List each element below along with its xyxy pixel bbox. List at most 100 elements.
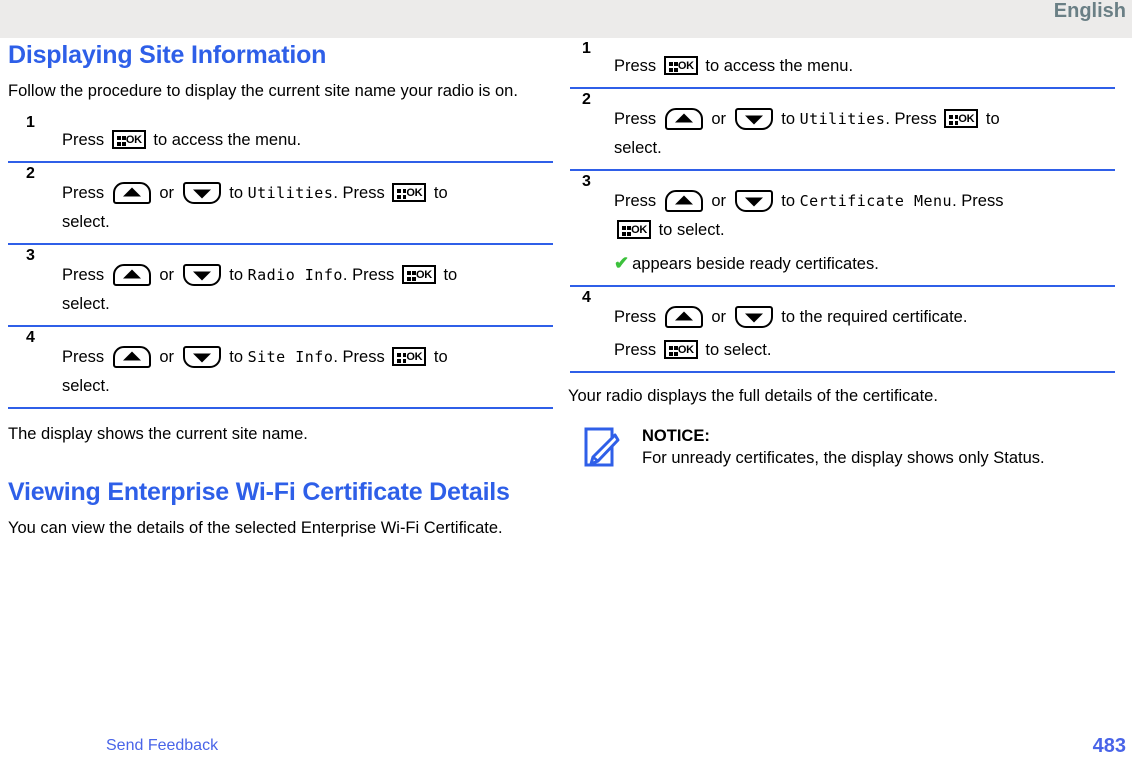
step-line: Press or to Site Info. Press OK to — [62, 345, 553, 370]
step-press-again-label: . Press — [952, 192, 1004, 210]
step-sub-trailing-label: to select. — [705, 341, 772, 359]
ok-key-icon: OK — [617, 220, 651, 239]
step-text: Press or to Utilities. Press OK to selec… — [614, 93, 1115, 161]
step-number: 3 — [26, 247, 35, 264]
step-press-label: Press — [614, 308, 657, 326]
ok-key-icon: OK — [663, 56, 698, 75]
step-line: Press or to Utilities. Press OK to — [614, 107, 1115, 132]
down-arrow-key-icon — [734, 306, 773, 328]
step-text: Press or to the required certificate. Pr… — [614, 291, 1115, 363]
intro-paragraph-left: Follow the procedure to display the curr… — [8, 82, 518, 100]
step-subline: select. — [62, 295, 110, 313]
down-arrow-key-icon — [734, 190, 773, 212]
step-trailing-label: to — [443, 266, 458, 284]
step-to-label: to — [781, 192, 795, 210]
step-press-label: Press — [614, 57, 657, 75]
page-header-band: English — [0, 0, 1132, 38]
menu-item-name: Certificate Menu — [799, 192, 953, 210]
step-press-label: Press — [62, 184, 105, 202]
step-number: 2 — [26, 165, 35, 182]
step-line: Press or to the required certificate. — [614, 305, 1115, 330]
step-number: 1 — [582, 40, 591, 57]
ok-key-text: OK — [677, 344, 694, 356]
ok-key-icon: OK — [392, 183, 427, 202]
up-arrow-key-icon — [664, 306, 703, 328]
step-item: 1 Press OK to access the menu. — [8, 112, 553, 163]
ok-key-grid-icon — [668, 62, 678, 72]
step-line: Press OK to access the menu. — [614, 54, 1115, 79]
notice-title: NOTICE: — [642, 427, 710, 445]
up-arrow-key-icon — [112, 346, 151, 368]
ok-key-grid-icon — [397, 189, 407, 199]
step-subline: Press OK to select. — [614, 338, 1115, 363]
step-line: Press or to Utilities. Press OK to — [62, 181, 553, 206]
step-trailing-label: to select. — [658, 221, 725, 239]
ready-certificate-note-text: appears beside ready certificates. — [632, 255, 879, 273]
ok-key-grid-icon — [397, 353, 407, 363]
ok-key-grid-icon — [668, 346, 678, 356]
ready-certificate-note: ✔ appears beside ready certificates. — [614, 251, 1115, 277]
page-title-viewing-certificate-details: Viewing Enterprise Wi-Fi Certificate Det… — [8, 478, 510, 506]
step-press-again-label: . Press — [885, 110, 937, 128]
step-or-label: or — [711, 110, 727, 128]
ok-key-grid-icon — [406, 271, 416, 281]
step-press-label: Press — [62, 266, 105, 284]
step-text: Press OK to access the menu. — [614, 40, 1115, 79]
down-arrow-key-icon — [182, 264, 221, 286]
step-to-label: to — [229, 348, 243, 366]
ok-key-grid-icon — [622, 226, 631, 236]
step-item: 3 Press or to Radio Info. Press OK to se… — [8, 245, 553, 327]
ok-key-icon: OK — [111, 130, 146, 149]
menu-item-name: Radio Info — [247, 266, 343, 284]
result-paragraph-right: Your radio displays the full details of … — [568, 387, 938, 405]
step-press-label: Press — [614, 110, 657, 128]
ok-key-icon: OK — [663, 340, 698, 359]
ok-key-text: OK — [677, 60, 694, 72]
ok-key-grid-icon — [116, 136, 126, 146]
step-trailing-label: to — [985, 110, 1000, 128]
notice-text: For unready certificates, the display sh… — [642, 449, 1045, 467]
menu-item-name: Utilities — [247, 184, 334, 202]
result-paragraph-left: The display shows the current site name. — [8, 425, 308, 443]
left-column: Displaying Site Information Follow the p… — [8, 38, 553, 545]
step-press-label: Press — [614, 192, 657, 210]
ok-key-icon: OK — [392, 347, 427, 366]
step-item: 2 Press or to Utilities. Press OK to sel… — [8, 163, 553, 245]
step-trailing-label: to — [433, 184, 448, 202]
step-trailing-label: to — [433, 348, 448, 366]
step-text: Press or to Site Info. Press OK to selec… — [62, 331, 553, 399]
send-feedback-link[interactable]: Send Feedback — [106, 736, 218, 756]
note-pencil-icon — [584, 427, 620, 471]
step-item: 3 Press or to Certificate Menu. Press OK — [570, 171, 1115, 287]
step-or-label: or — [159, 348, 175, 366]
ok-key-icon: OK — [401, 265, 436, 284]
menu-item-name: Utilities — [799, 110, 886, 128]
step-or-label: or — [159, 266, 175, 284]
step-to-label: to the required certificate. — [781, 308, 968, 326]
steps-list-left: 1 Press OK to access the menu. 2 Press o… — [8, 112, 553, 409]
ok-key-text: OK — [406, 351, 423, 363]
step-number: 3 — [582, 173, 591, 190]
step-item: 4 Press or to the required certificate. … — [570, 287, 1115, 373]
ok-key-text: OK — [406, 187, 423, 199]
up-arrow-key-icon — [112, 182, 151, 204]
step-number: 4 — [582, 289, 591, 306]
ok-key-text: OK — [125, 134, 142, 146]
notice-box: NOTICE: For unready certificates, the di… — [570, 425, 1115, 485]
step-line: Press OK to access the menu. — [62, 128, 553, 153]
ok-key-text: OK — [415, 269, 432, 281]
step-press-label: Press — [62, 131, 105, 149]
step-or-label: or — [711, 192, 727, 210]
step-trailing-label: to access the menu. — [153, 131, 302, 149]
steps-list-right: 1 Press OK to access the menu. 2 Press o… — [570, 38, 1115, 373]
step-subline: select. — [62, 377, 110, 395]
intro-paragraph-left-2: You can view the details of the selected… — [8, 519, 503, 537]
right-column: 1 Press OK to access the menu. 2 Press o… — [568, 38, 1115, 485]
step-or-label: or — [159, 184, 175, 202]
page-footer: Send Feedback 483 — [0, 722, 1132, 762]
step-to-label: to — [781, 110, 795, 128]
down-arrow-key-icon — [182, 182, 221, 204]
ok-key-text: OK — [958, 113, 975, 125]
ok-key-icon: OK — [944, 109, 979, 128]
step-press-again-label: . Press — [333, 184, 385, 202]
